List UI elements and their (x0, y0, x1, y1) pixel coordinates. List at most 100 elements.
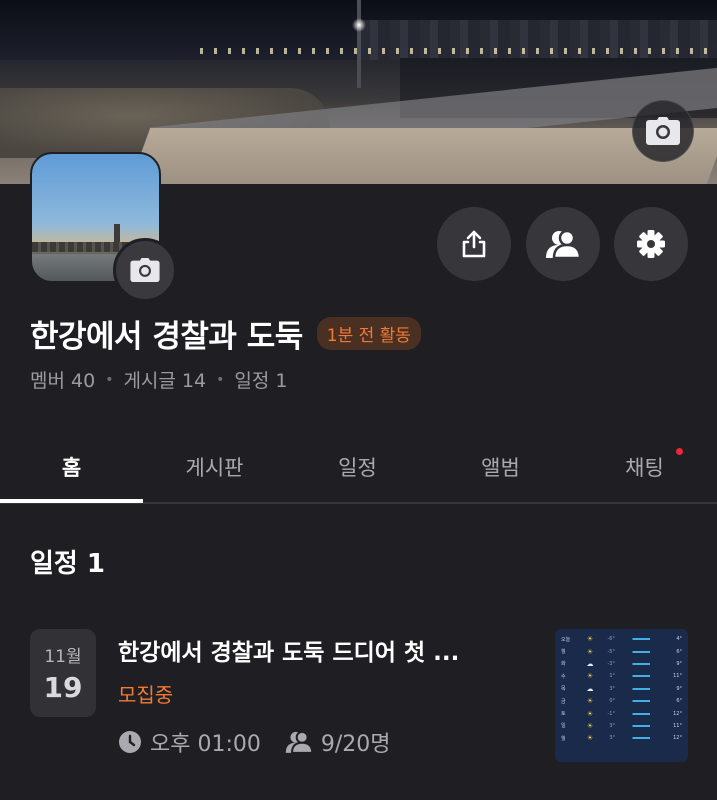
weather-day: 월 (561, 649, 566, 656)
members-button[interactable] (526, 207, 600, 281)
chat-new-dot (676, 448, 683, 455)
avatar-camera-button[interactable] (113, 238, 177, 302)
camera-icon (646, 117, 680, 145)
cover-lights (200, 48, 717, 54)
activity-badge: 1분 전 활동 (316, 316, 421, 350)
gear-icon (637, 230, 665, 258)
weather-range-bar (621, 687, 660, 690)
weather-range-bar (621, 700, 660, 703)
weather-range-bar (621, 712, 660, 715)
weather-icon: ☀ (586, 635, 594, 644)
weather-low: -3° (607, 660, 616, 667)
meta-separator: • (105, 371, 114, 388)
cover-camera-button[interactable] (632, 100, 694, 162)
weather-high: 11° (673, 722, 682, 729)
event-status: 모집중 (118, 683, 174, 707)
tab-schedule[interactable]: 일정 (286, 432, 429, 502)
weather-range-bar (621, 724, 660, 727)
event-participants-text: 9/20명 (320, 732, 391, 757)
weather-day: 금 (561, 698, 566, 705)
weather-day: 목 (561, 686, 566, 693)
weather-row: 화 ☁ -3° 9° (561, 658, 682, 670)
weather-icon: ☀ (586, 672, 594, 681)
meta-separator: • (216, 371, 225, 388)
camera-icon (130, 258, 160, 282)
weather-icon: ☁ (586, 659, 594, 668)
cover-skyline (360, 20, 717, 60)
weather-low: 3° (609, 722, 615, 729)
weather-day: 화 (561, 661, 566, 668)
settings-button[interactable] (614, 207, 688, 281)
weather-range-bar (621, 638, 660, 641)
weather-day: 오늘 (561, 636, 571, 643)
weather-icon: ☁ (586, 684, 594, 693)
weather-high: 9° (676, 660, 682, 667)
weather-high: 11° (673, 673, 682, 680)
tab-home[interactable]: 홈 (0, 432, 143, 502)
weather-high: 6° (676, 648, 682, 655)
weather-day: 일 (561, 723, 566, 730)
event-month: 11월 (44, 647, 82, 667)
weather-row: 수 ☀ 1° 11° (561, 670, 682, 682)
weather-day: 토 (561, 711, 566, 718)
member-count[interactable]: 멤버 40 (30, 366, 95, 393)
weather-low: 1° (609, 673, 615, 680)
active-tab-indicator (0, 499, 143, 503)
weather-high: 12° (673, 710, 682, 717)
event-title[interactable]: 한강에서 경찰과 도둑 드디어 첫 ... (118, 633, 538, 667)
tab-album[interactable]: 앨범 (429, 432, 572, 502)
event-time: 오후 01:00 (118, 726, 261, 758)
weather-low: 3° (609, 685, 615, 692)
weather-row: 금 ☀ 0° 6° (561, 695, 682, 707)
share-button[interactable] (437, 207, 511, 281)
schedule-count: 일정 1 (234, 370, 288, 392)
post-count: 게시글 14 (123, 370, 207, 392)
cover-lamp-light (352, 18, 366, 32)
people-icon (285, 730, 313, 754)
weather-low: -1° (607, 710, 616, 717)
event-thumbnail[interactable]: 오늘 ☀ -6° 4° 월 ☀ -5° 6° 화 ☁ -3° 9° 수 ☀ 1° 11° 목 ☁ 3° 9° … (555, 629, 688, 762)
weather-range-bar (621, 662, 660, 665)
weather-range-bar (621, 737, 660, 740)
weather-low: -6° (607, 636, 616, 643)
tab-chat[interactable]: 채팅 (572, 432, 717, 502)
weather-icon: ☀ (586, 697, 594, 706)
weather-icon: ☀ (586, 721, 594, 730)
weather-high: 6° (676, 698, 682, 705)
group-stats: 멤버 40 • 게시글 14 • 일정 1 (30, 366, 287, 393)
weather-row: 오늘 ☀ -6° 4° (561, 633, 682, 645)
members-icon (546, 229, 581, 259)
weather-high: 9° (676, 685, 682, 692)
cover-lamp-pole (357, 0, 361, 88)
share-icon (462, 230, 486, 258)
weather-row: 월 ☀ 3° 12° (561, 732, 682, 744)
cover-ground (129, 128, 717, 184)
tab-board[interactable]: 게시판 (143, 432, 286, 502)
group-title: 한강에서 경찰과 도둑 (30, 318, 303, 355)
weather-day: 월 (561, 735, 566, 742)
tab-bar: 홈 게시판 일정 앨범 채팅 (0, 432, 717, 504)
event-day: 19 (43, 671, 83, 704)
weather-range-bar (621, 675, 660, 678)
weather-range-bar (621, 650, 660, 653)
weather-icon: ☀ (586, 647, 594, 656)
clock-icon (119, 731, 141, 753)
weather-row: 목 ☁ 3° 9° (561, 683, 682, 695)
weather-row: 토 ☀ -1° 12° (561, 707, 682, 719)
weather-low: 0° (609, 698, 615, 705)
event-participants: 9/20명 (285, 726, 391, 758)
event-date: 11월 19 (30, 629, 96, 717)
group-header: 한강에서 경찰과 도둑 1분 전 활동 (30, 308, 421, 358)
weather-row: 일 ☀ 3° 11° (561, 720, 682, 732)
weather-low: 3° (609, 735, 615, 742)
weather-icon: ☀ (586, 709, 594, 718)
weather-day: 수 (561, 673, 566, 680)
weather-high: 4° (676, 636, 682, 643)
schedule-section-title: 일정 1 (30, 549, 105, 579)
weather-row: 월 ☀ -5° 6° (561, 645, 682, 657)
weather-icon: ☀ (586, 734, 594, 743)
event-meta: 오후 01:00 9/20명 (118, 726, 391, 758)
weather-low: -5° (607, 648, 616, 655)
weather-high: 12° (673, 735, 682, 742)
event-time-text: 오후 01:00 (150, 732, 261, 757)
